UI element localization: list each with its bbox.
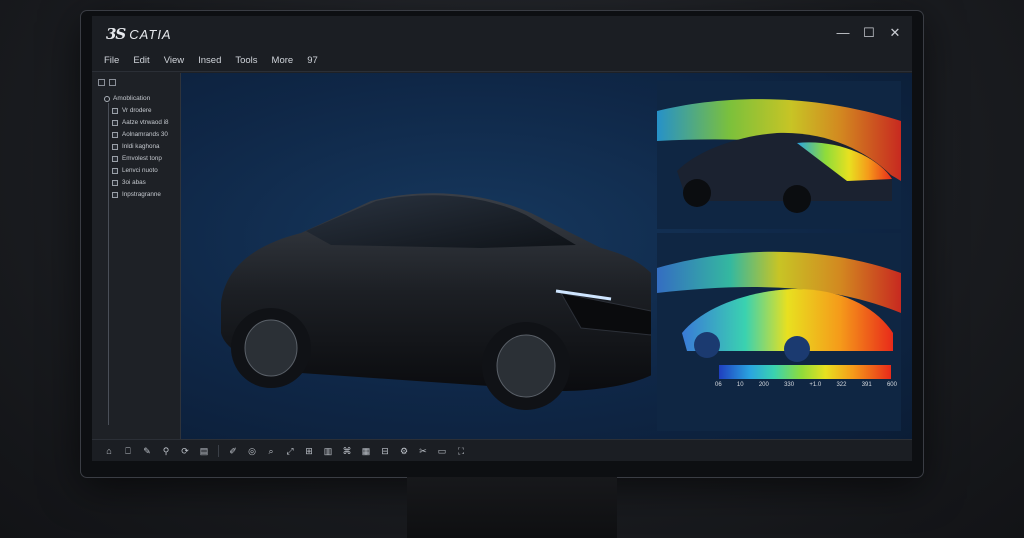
command-icon[interactable]: ⌘ [342, 446, 352, 456]
app-logo: 3S CATIA [106, 25, 172, 43]
part-icon [112, 131, 118, 138]
app-title: CATIA [129, 26, 172, 42]
tree-connector [108, 103, 109, 425]
measure-icon[interactable]: ⚲ [161, 446, 171, 456]
bottom-toolbar: ⌂ ⎕ ✎ ⚲ ⟳ ▤ ✐ ◎ ⌕ ⤢ ⊞ ▥ ⌘ ▦ ⊟ ⚙ ✂ ▭ ⛶ [92, 439, 912, 461]
tree-item[interactable]: Aolnamrands 30 [112, 131, 168, 138]
tree-root-label: Amoblication [113, 95, 151, 102]
cfd-pressure-view [657, 251, 901, 362]
tree-toolbar [98, 79, 116, 86]
scale-label: 330 [784, 382, 795, 388]
scale-label: 600 [886, 382, 897, 388]
menu-more[interactable]: More [272, 55, 294, 66]
tree-item-label: Lenvci nuoto [122, 167, 158, 174]
display-icon[interactable]: ▭ [437, 446, 447, 456]
scale-label: 10 [736, 382, 744, 388]
part-icon [112, 107, 118, 114]
menu-extra[interactable]: 97 [307, 55, 318, 66]
car-model[interactable] [181, 73, 651, 439]
menu-view[interactable]: View [164, 55, 184, 66]
tree-item[interactable]: Aatze vtrwaod i8 [112, 119, 169, 126]
menu-tools[interactable]: Tools [235, 55, 257, 66]
root-node-icon [104, 95, 110, 102]
fullscreen-icon[interactable]: ⛶ [456, 446, 466, 456]
grid-icon[interactable]: ⊞ [304, 446, 314, 456]
section-icon[interactable]: ▥ [323, 446, 333, 456]
fit-icon[interactable]: ⤢ [285, 446, 295, 456]
aero-result-panel-bottom[interactable]: 06 10 200 330 +1.0 322 391 600 [657, 233, 901, 431]
tree-item[interactable]: Lenvci nuoto [112, 167, 158, 174]
tree-item-label: Aolnamrands 30 [122, 131, 168, 138]
tree-item[interactable]: Inldi kaghona [112, 143, 159, 150]
menu-edit[interactable]: Edit [133, 55, 149, 66]
scale-label: 391 [861, 382, 872, 388]
title-bar: 3S CATIA — ☐ ✕ [92, 16, 912, 50]
layers-icon[interactable]: ▤ [199, 446, 209, 456]
tree-item[interactable]: Vr drodere [112, 107, 152, 114]
maximize-button[interactable]: ☐ [860, 24, 878, 42]
tree-item-label: Inpstragranne [122, 191, 161, 198]
scale-label: 06 [715, 382, 722, 388]
aero-result-panel-top[interactable] [657, 81, 901, 229]
specification-tree: Amoblication Vr drodere Aatze vtrwaod i8… [92, 73, 181, 439]
pen-icon[interactable]: ✐ [228, 446, 238, 456]
scale-label: +1.0 [809, 382, 822, 388]
tree-item[interactable]: Emvolest tonp [112, 155, 162, 162]
minimize-button[interactable]: — [834, 24, 852, 42]
menu-insert[interactable]: Insed [198, 55, 221, 66]
menu-file[interactable]: File [104, 55, 119, 66]
part-icon [112, 179, 118, 186]
panel-icon[interactable]: ⊟ [380, 446, 390, 456]
part-icon [112, 191, 118, 198]
part-icon [112, 119, 118, 126]
part-icon [112, 167, 118, 174]
part-icon [112, 155, 118, 162]
home-icon[interactable]: ⌂ [104, 446, 114, 456]
menu-bar: File Edit View Insed Tools More 97 [92, 50, 912, 72]
tree-item-label: Inldi kaghona [122, 143, 160, 150]
tree-item-label: 3oi abas [122, 179, 146, 186]
tree-root[interactable]: Amoblication [104, 95, 150, 102]
ds-logo-icon: 3S [106, 25, 126, 43]
tree-collapse-icon[interactable] [98, 79, 105, 86]
scale-label: 322 [836, 382, 847, 388]
catia-window: 3S CATIA — ☐ ✕ File Edit View Insed Tool… [92, 16, 912, 461]
tree-item-label: Vr drodere [122, 107, 152, 114]
settings-icon[interactable]: ⚙ [399, 446, 409, 456]
monitor-stand [407, 477, 617, 538]
tree-item[interactable]: 3oi abas [112, 179, 146, 186]
cut-icon[interactable]: ✂ [418, 446, 428, 456]
tree-expand-icon[interactable] [109, 79, 116, 86]
tree-item-label: Emvolest tonp [122, 155, 162, 162]
sketch-icon[interactable]: ✎ [142, 446, 152, 456]
color-scale-labels: 06 10 200 330 +1.0 322 391 600 [715, 382, 897, 388]
close-button[interactable]: ✕ [886, 24, 904, 42]
toolbar-separator [218, 444, 219, 457]
tree-item[interactable]: Inpstragranne [112, 191, 161, 198]
part-icon [112, 143, 118, 150]
mesh-icon[interactable]: ▦ [361, 446, 371, 456]
zoom-icon[interactable]: ⌕ [266, 446, 276, 456]
scale-label: 200 [758, 382, 769, 388]
cfd-side-view [657, 99, 901, 213]
tree-item-label: Aatze vtrwaod i8 [122, 119, 169, 126]
3d-viewport[interactable]: 06 10 200 330 +1.0 322 391 600 [181, 73, 912, 439]
frame-icon[interactable]: ⎕ [123, 446, 133, 456]
rotate-icon[interactable]: ⟳ [180, 446, 190, 456]
target-icon[interactable]: ◎ [247, 446, 257, 456]
color-scale-bar [719, 365, 891, 379]
